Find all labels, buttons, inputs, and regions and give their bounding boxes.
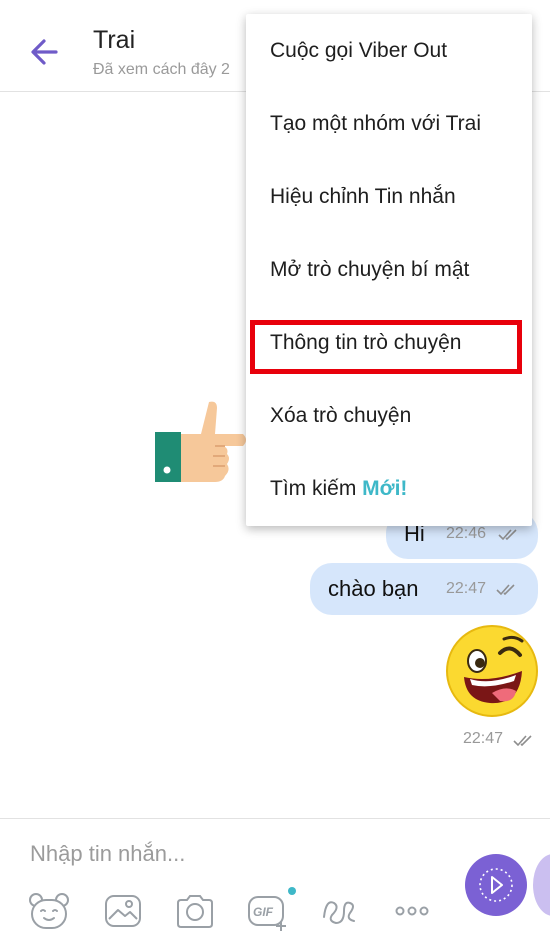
menu-item-viber-out-call[interactable]: Cuộc gọi Viber Out <box>246 14 532 87</box>
sticker-bear-icon[interactable] <box>27 891 71 931</box>
winking-emoji-sticker[interactable] <box>444 623 540 719</box>
svg-text:GIF: GIF <box>253 905 274 919</box>
message-text: chào bạn <box>328 576 419 601</box>
message-time: 22:47 <box>463 730 504 747</box>
menu-item-search[interactable]: Tìm kiếm Mới! <box>246 452 532 525</box>
pointing-hand-icon <box>155 401 246 482</box>
back-arrow-icon[interactable] <box>26 34 62 70</box>
chat-screen: Trai Đã xem cách đây 2 H Hi 22:46 chào b… <box>0 0 550 945</box>
composer-bar: Nhập tin nhắn... GIF <box>0 818 550 945</box>
highlight-box <box>250 320 522 374</box>
message-input[interactable]: Nhập tin nhắn... <box>30 841 185 867</box>
doodle-icon[interactable] <box>318 891 362 931</box>
delivered-check-icon <box>513 735 532 747</box>
push-to-talk-icon[interactable] <box>465 854 527 916</box>
camera-icon[interactable] <box>173 891 217 931</box>
menu-item-delete-chat[interactable]: Xóa trò chuyện <box>246 379 532 452</box>
message-bubble[interactable]: chào bạn 22:47 <box>310 563 538 615</box>
menu-item-edit-messages[interactable]: Hiệu chỉnh Tin nhắn <box>246 160 532 233</box>
contact-name[interactable]: Trai <box>93 26 135 55</box>
message-time: 22:46 <box>446 525 487 542</box>
delivered-check-icon <box>496 584 515 596</box>
overflow-menu: Cuộc gọi Viber Out Tạo một nhóm với Trai… <box>246 14 532 526</box>
delivered-check-icon <box>498 529 517 541</box>
gif-icon[interactable]: GIF <box>245 891 289 931</box>
menu-item-create-group[interactable]: Tạo một nhóm với Trai <box>246 87 532 160</box>
secondary-action-button[interactable] <box>533 854 550 916</box>
gallery-icon[interactable] <box>101 891 145 931</box>
last-seen-status: Đã xem cách đây 2 <box>93 61 230 78</box>
new-indicator-dot <box>288 887 296 895</box>
message-time: 22:47 <box>446 580 487 597</box>
new-badge: Mới! <box>362 477 408 500</box>
search-label: Tìm kiếm <box>270 477 357 500</box>
menu-item-secret-chat[interactable]: Mở trò chuyện bí mật <box>246 233 532 306</box>
more-icon[interactable] <box>390 891 434 931</box>
